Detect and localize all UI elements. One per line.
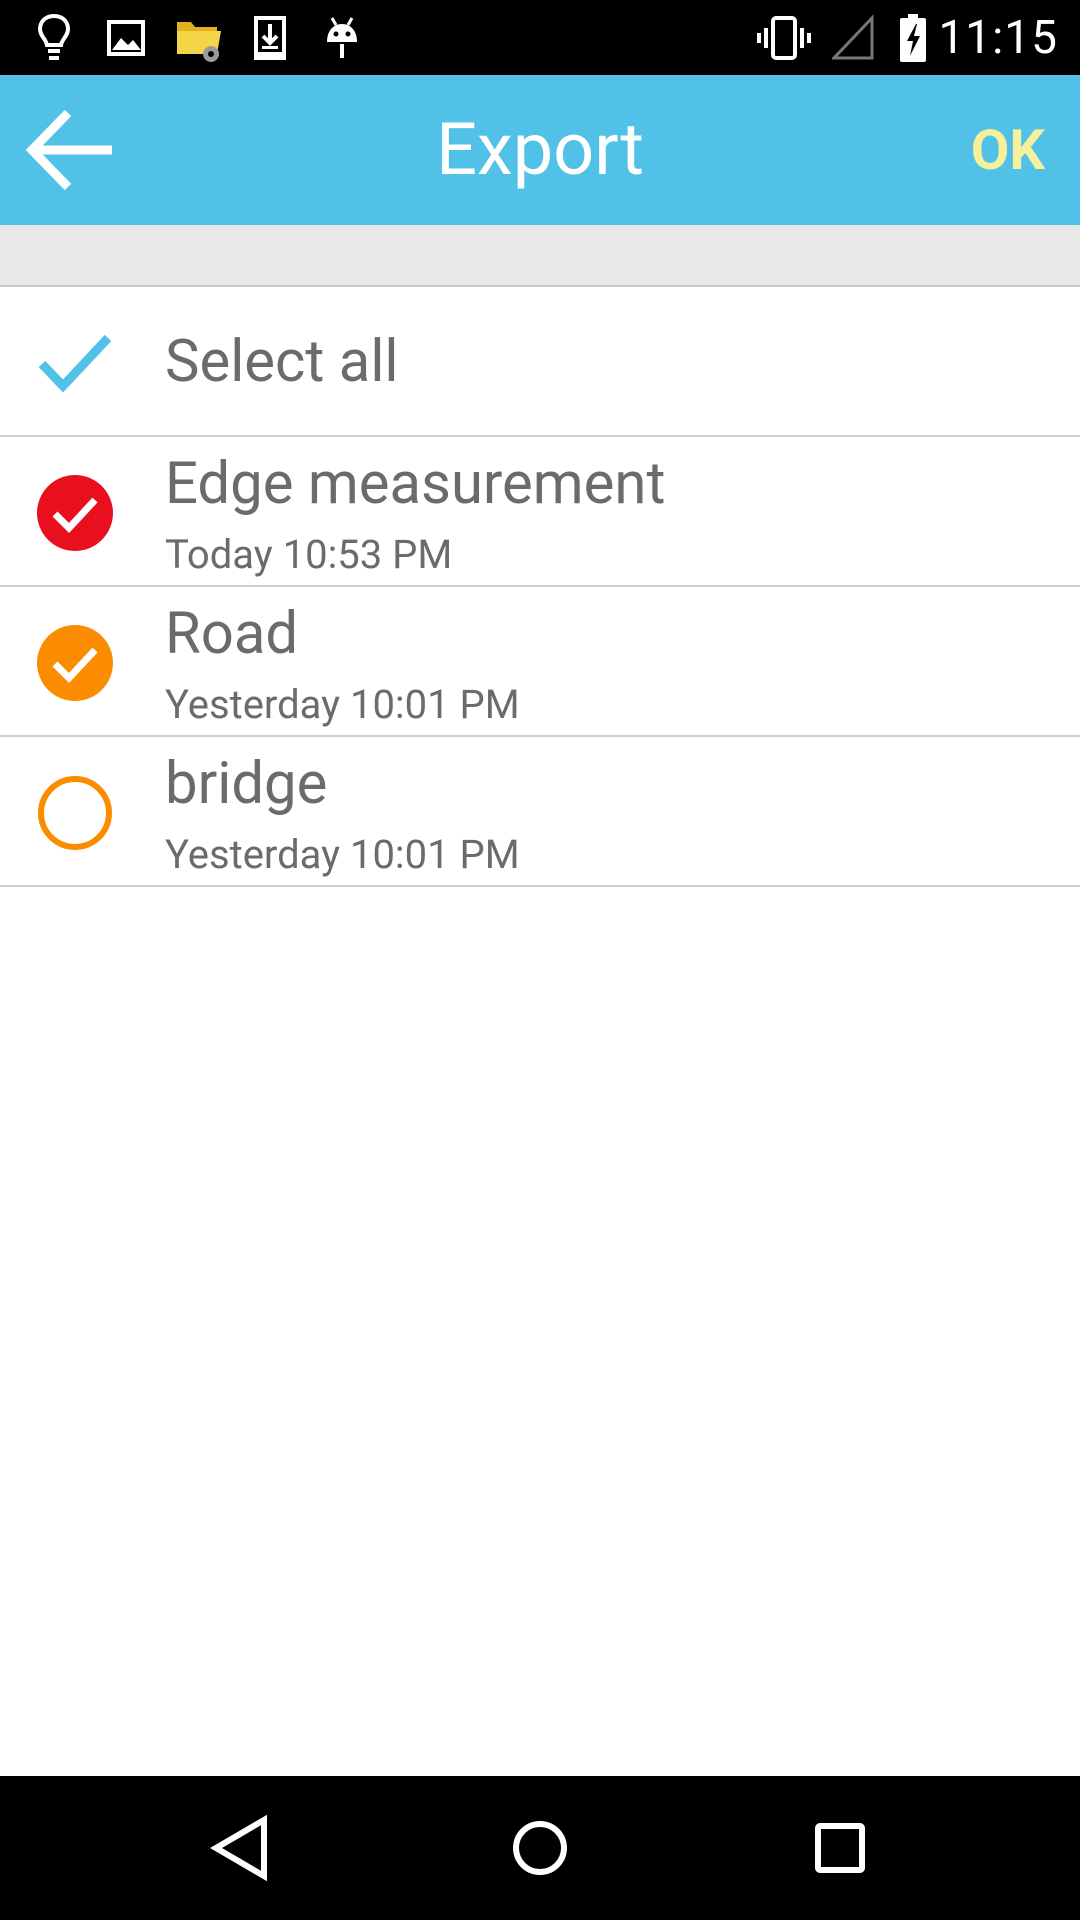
- lightbulb-icon: [37, 13, 71, 60]
- divider-strip: [0, 225, 1080, 287]
- list-item[interactable]: Edge measurement Today 10:53 PM: [0, 437, 1080, 587]
- item-title: Edge measurement: [165, 450, 666, 518]
- checked-circle-icon[interactable]: [36, 474, 114, 552]
- select-all-row[interactable]: Select all: [0, 287, 1080, 437]
- status-time: 11:15: [938, 11, 1058, 65]
- image-icon: [107, 20, 145, 56]
- back-triangle-icon[interactable]: [200, 1808, 280, 1888]
- list-item[interactable]: bridge Yesterday 10:01 PM: [0, 737, 1080, 887]
- export-list: Select all Edge measurement Today 10:53 …: [0, 287, 1080, 887]
- status-bar: 11:15: [0, 0, 1080, 75]
- battery-charging-icon: [900, 14, 926, 62]
- vibrate-icon: [757, 16, 811, 60]
- item-title: bridge: [165, 750, 328, 818]
- folder-settings-icon: [177, 22, 221, 62]
- home-circle-icon[interactable]: [500, 1808, 580, 1888]
- ok-button[interactable]: OK: [971, 75, 1045, 225]
- app-bar: Export OK: [0, 75, 1080, 225]
- item-timestamp: Yesterday 10:01 PM: [165, 831, 520, 878]
- item-title: Road: [165, 600, 299, 668]
- android-icon: [327, 17, 357, 58]
- page-title: Export: [436, 107, 644, 192]
- signal-icon: [832, 14, 874, 60]
- download-icon: [254, 16, 286, 60]
- navigation-bar: [0, 1776, 1080, 1920]
- select-all-label: Select all: [165, 328, 399, 396]
- checked-circle-icon[interactable]: [36, 624, 114, 702]
- item-timestamp: Yesterday 10:01 PM: [165, 681, 520, 728]
- unchecked-circle-icon[interactable]: [36, 774, 114, 852]
- list-item[interactable]: Road Yesterday 10:01 PM: [0, 587, 1080, 737]
- recents-square-icon[interactable]: [800, 1808, 880, 1888]
- item-timestamp: Today 10:53 PM: [165, 531, 453, 578]
- checkmark-icon: [38, 334, 112, 393]
